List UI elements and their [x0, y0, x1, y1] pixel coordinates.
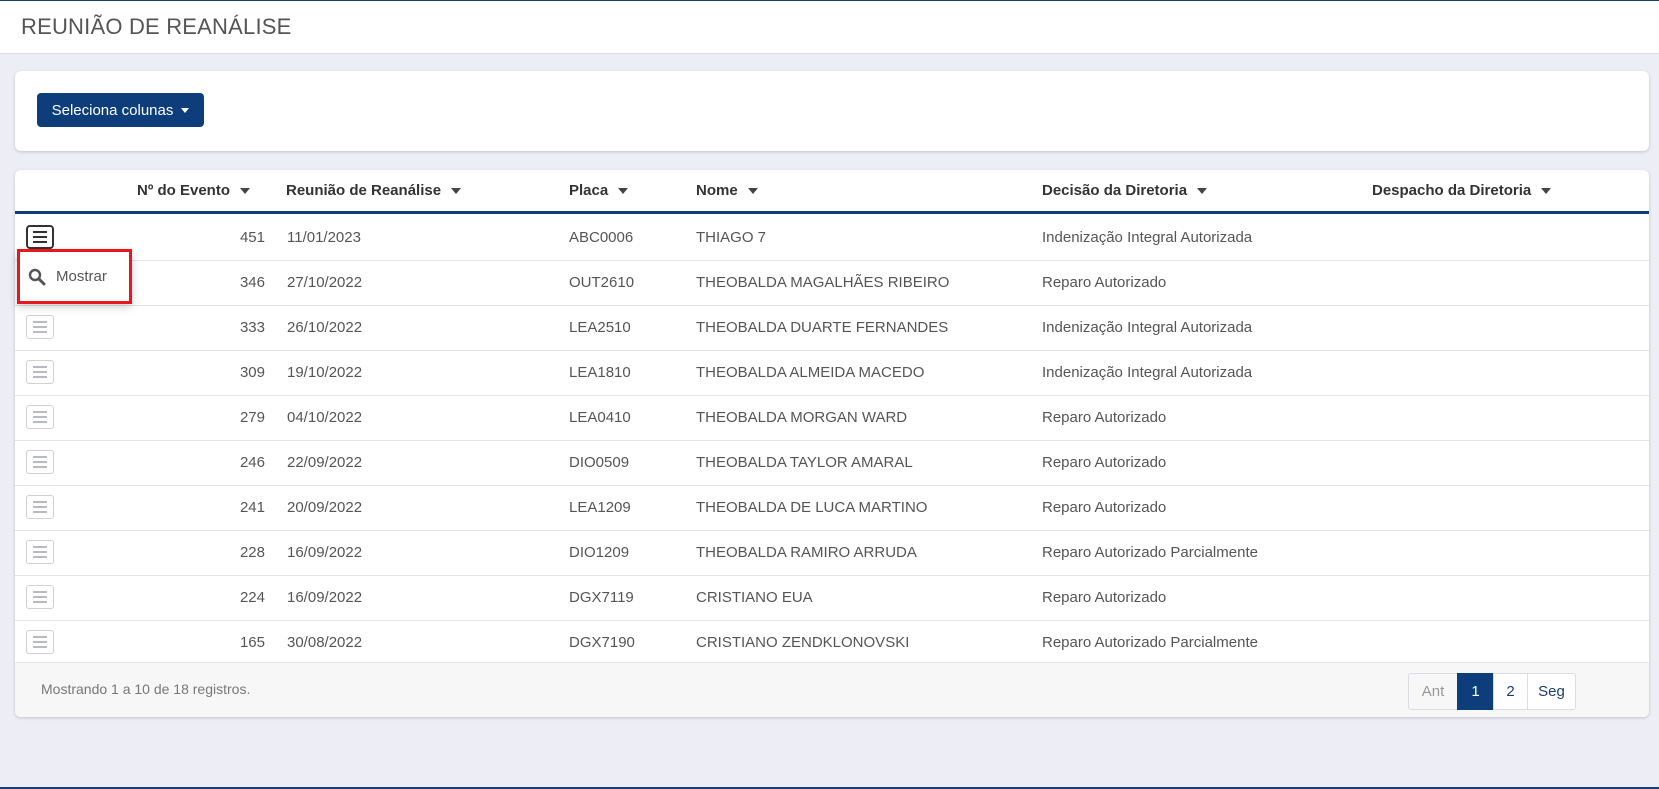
cell-placa: OUT2610: [569, 274, 635, 291]
cell-placa: DGX7190: [569, 634, 635, 651]
column-header-nome[interactable]: Nome: [696, 182, 758, 199]
table-row: 279 04/10/2022 LEA0410 THEOBALDA MORGAN WAR…: [15, 396, 1649, 441]
show-menu-item: Mostrar: [56, 268, 107, 285]
row-menu-button[interactable]: [26, 495, 54, 519]
cell-reuniao: 26/10/2022: [287, 319, 363, 336]
cell-decisao: Indenização Integral Autorizada: [1042, 229, 1253, 246]
cell-nome: THEOBALDA DUARTE FERNANDES: [696, 319, 949, 336]
toolbar-card: Seleciona colunas: [15, 71, 1649, 151]
cell-evento: 279: [239, 409, 265, 426]
cell-evento: 333: [239, 319, 265, 336]
cell-reuniao: 19/10/2022: [287, 364, 363, 381]
cell-nome: CRISTIANO EUA: [696, 589, 813, 606]
page-2-button[interactable]: 2: [1493, 673, 1528, 710]
cell-nome: THEOBALDA MAGALHÃES RIBEIRO: [696, 274, 950, 291]
cell-reuniao: 04/10/2022: [287, 409, 363, 426]
cell-evento: 309: [239, 364, 265, 381]
cell-placa: LEA2510: [569, 319, 631, 336]
cell-reuniao: 30/08/2022: [287, 634, 363, 651]
cell-placa: LEA1810: [569, 364, 631, 381]
table-row: 241 20/09/2022 LEA1209 THEOBALDA DE LUCA MA…: [15, 486, 1649, 531]
sort-caret-icon: [1541, 187, 1552, 194]
cell-nome: THEOBALDA RAMIRO ARRUDA: [696, 544, 917, 561]
table-row: 333 26/10/2022 LEA2510 THEOBALDA DUARTE FER…: [15, 306, 1649, 351]
cell-reuniao: 20/09/2022: [287, 499, 363, 516]
cell-decisao: Reparo Autorizado: [1042, 589, 1167, 606]
row-menu-button[interactable]: [26, 405, 54, 429]
pagination: Ant 1 2 Seg: [1408, 673, 1576, 710]
cell-decisao: Reparo Autorizado: [1042, 409, 1167, 426]
search-icon: [28, 268, 46, 285]
cell-nome: CRISTIANO ZENDKLONOVSKI: [696, 634, 910, 651]
column-header-decisao[interactable]: Decisão da Diretoria: [1042, 182, 1208, 199]
row-menu-button[interactable]: [26, 630, 54, 654]
table-footer: Mostrando 1 a 10 de 18 registros. Ant 1 …: [15, 662, 1649, 717]
cell-decisao: Reparo Autorizado: [1042, 454, 1167, 471]
cell-decisao: Indenização Integral Autorizada: [1042, 364, 1253, 381]
cell-decisao: Reparo Autorizado: [1042, 499, 1167, 516]
cell-placa: LEA1209: [569, 499, 631, 516]
row-menu-button[interactable]: [26, 450, 54, 474]
cell-decisao: Reparo Autorizado Parcialmente: [1042, 634, 1258, 651]
table-row: 246 22/09/2022 DIO0509 THEOBALDA TAYLOR AMA…: [15, 441, 1649, 486]
sort-caret-icon: [747, 187, 758, 194]
cell-reuniao: 16/09/2022: [287, 544, 363, 561]
cell-reuniao: 11/01/2023: [287, 229, 361, 246]
cell-evento: 346: [239, 274, 265, 291]
sort-caret-icon: [451, 187, 462, 194]
cell-reuniao: 27/10/2022: [287, 274, 363, 291]
cell-placa: DGX7119: [569, 589, 634, 606]
table-row: 165 30/08/2022 DGX7190 CRISTIANO ZENDKLONOV…: [15, 621, 1649, 666]
cell-nome: THIAGO 7: [696, 229, 767, 246]
page-1-button[interactable]: 1: [1457, 673, 1494, 710]
row-menu-button[interactable]: [26, 540, 54, 564]
row-menu-button[interactable]: [26, 225, 54, 249]
column-header-evento[interactable]: Nº do Evento: [137, 182, 250, 199]
row-menu-button[interactable]: [26, 360, 54, 384]
caret-down-icon: [181, 107, 190, 113]
records-info: Mostrando 1 a 10 de 18 registros.: [41, 681, 251, 697]
cell-placa: DIO0509: [569, 454, 630, 471]
cell-evento: 228: [239, 544, 265, 561]
cell-decisao: Indenização Integral Autorizada: [1042, 319, 1253, 336]
cell-evento: 165: [239, 634, 265, 651]
cell-nome: THEOBALDA MORGAN WARD: [696, 409, 908, 426]
cell-evento: 241: [239, 499, 265, 516]
cell-reuniao: 16/09/2022: [287, 589, 363, 606]
cell-evento: 224: [239, 589, 265, 606]
row-menu-button[interactable]: [26, 315, 54, 339]
page-header: REUNIÃO DE REANÁLISE: [0, 1, 1659, 54]
cell-evento: 246: [239, 454, 265, 471]
cell-placa: DIO1209: [569, 544, 630, 561]
cell-placa: ABC0006: [569, 229, 634, 246]
cell-decisao: Reparo Autorizado: [1042, 274, 1167, 291]
row-action-menu[interactable]: Mostrar: [17, 249, 132, 304]
table-row: 309 19/10/2022 LEA1810 THEOBALDA ALMEIDA MA…: [15, 351, 1649, 396]
table-row: 451 11/01/2023 ABC0006 THIAGO 7 Indenização …: [15, 216, 1649, 261]
cell-nome: THEOBALDA TAYLOR AMARAL: [696, 454, 913, 471]
cell-decisao: Reparo Autorizado Parcialmente: [1042, 544, 1258, 561]
column-header-reuniao[interactable]: Reunião de Reanálise: [286, 182, 462, 199]
results-table: Nº do Evento Reunião de Reanálise Placa …: [15, 170, 1649, 717]
column-header-despacho[interactable]: Despacho da Diretoria: [1372, 182, 1552, 199]
page-title: REUNIÃO DE REANÁLISE: [21, 14, 292, 39]
cell-nome: THEOBALDA DE LUCA MARTINO: [696, 499, 928, 516]
select-columns-label: Seleciona colunas: [51, 101, 174, 119]
sort-caret-icon: [1197, 187, 1208, 194]
table-header: Nº do Evento Reunião de Reanálise Placa …: [15, 170, 1649, 214]
sort-caret-icon: [239, 187, 250, 194]
cell-evento: 451: [239, 229, 265, 246]
cell-placa: LEA0410: [569, 409, 631, 426]
table-row: 346 27/10/2022 OUT2610 THEOBALDA MAGALHÃES …: [15, 261, 1649, 306]
select-columns-button[interactable]: Seleciona colunas: [37, 93, 204, 127]
table-row: 224 16/09/2022 DGX7119 CRISTIANO EUA Reparo …: [15, 576, 1649, 621]
sort-caret-icon: [618, 187, 629, 194]
column-header-placa[interactable]: Placa: [569, 182, 629, 199]
row-menu-button[interactable]: [26, 585, 54, 609]
cell-nome: THEOBALDA ALMEIDA MACEDO: [696, 364, 925, 381]
cell-reuniao: 22/09/2022: [287, 454, 363, 471]
prev-page-button[interactable]: Ant: [1408, 673, 1458, 710]
table-row: 228 16/09/2022 DIO1209 THEOBALDA RAMIRO ARR…: [15, 531, 1649, 576]
next-page-button[interactable]: Seg: [1527, 673, 1576, 710]
